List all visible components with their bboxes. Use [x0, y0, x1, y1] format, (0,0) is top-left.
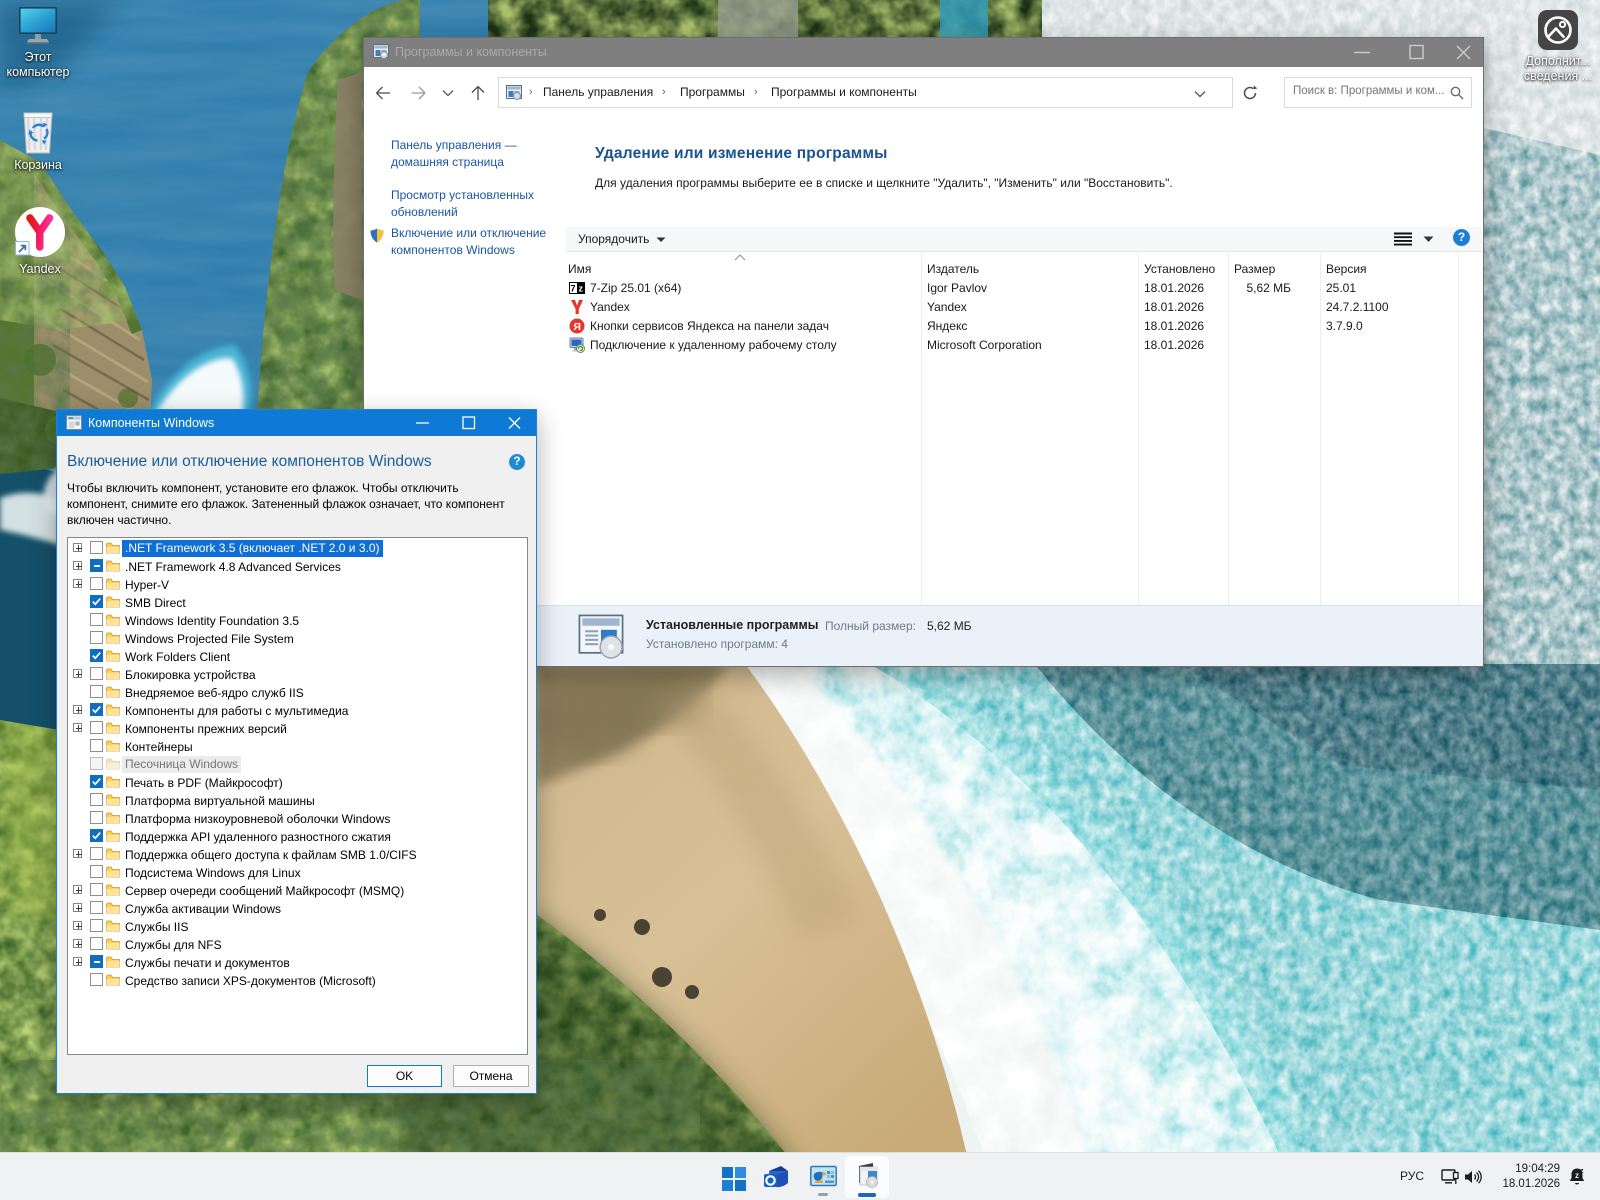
svg-text:z: z [1575, 1171, 1579, 1180]
svg-text:z: z [579, 284, 584, 294]
svg-text:7: 7 [570, 284, 575, 294]
svg-text:z: z [1580, 1168, 1584, 1175]
svg-text:Я: Я [573, 321, 581, 333]
